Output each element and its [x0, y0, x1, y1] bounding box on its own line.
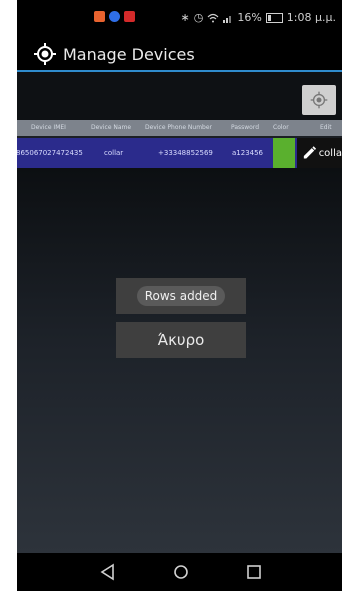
notification-icon-1: [94, 11, 105, 22]
toolbar-area: [17, 72, 342, 120]
status-bar: ∗ ◷ 16% 1:08 μ.μ.: [17, 0, 342, 38]
content-area: [17, 168, 342, 553]
cancel-button[interactable]: Άκυρο: [116, 322, 246, 358]
wifi-icon: [207, 13, 219, 22]
phone-screen: ∗ ◷ 16% 1:08 μ.μ. Manage Devices Device …: [17, 0, 342, 591]
column-header-color: Color: [273, 124, 289, 131]
battery-icon: [265, 12, 283, 23]
column-header-edit: Edit: [320, 124, 332, 131]
back-icon[interactable]: [99, 562, 117, 582]
locate-button[interactable]: [302, 85, 336, 115]
signal-icon: [223, 15, 232, 23]
edit-button[interactable]: colla: [297, 138, 342, 168]
battery-percent: 16%: [237, 11, 262, 24]
crosshair-icon: [34, 43, 56, 65]
table-header: Device IMEI Device Name Device Phone Num…: [17, 120, 342, 136]
cell-phone: +33348852569: [158, 149, 213, 157]
column-header-imei: Device IMEI: [31, 124, 66, 131]
toast-message: Rows added: [136, 286, 226, 306]
cell-name: collar: [104, 149, 124, 157]
locate-icon: [310, 91, 328, 109]
navigation-bar: [17, 553, 342, 591]
toast: Rows added: [116, 278, 246, 314]
column-header-name: Device Name: [91, 124, 132, 131]
column-header-phone: Device Phone Number: [145, 124, 213, 131]
app-bar: Manage Devices: [17, 38, 342, 72]
notification-icon-2: [109, 11, 120, 22]
status-time: 1:08 μ.μ.: [286, 11, 336, 24]
column-header-password: Password: [231, 124, 260, 131]
pencil-icon: [303, 146, 317, 159]
status-indicators: ∗ ◷ 16% 1:08 μ.μ.: [181, 11, 336, 24]
notification-icon-3: [124, 11, 135, 22]
edit-label: colla: [318, 147, 342, 159]
cell-color-swatch: [273, 138, 295, 168]
alarm-icon: ◷: [193, 11, 204, 24]
bluetooth-icon: ∗: [180, 11, 190, 24]
cell-password: a123456: [232, 149, 264, 157]
page-title: Manage Devices: [63, 45, 195, 64]
recents-icon[interactable]: [245, 562, 263, 582]
table-row[interactable]: 865067027472435 collar +33348852569 a123…: [17, 138, 342, 168]
home-icon[interactable]: [171, 562, 191, 582]
cell-imei: 865067027472435: [17, 149, 83, 157]
